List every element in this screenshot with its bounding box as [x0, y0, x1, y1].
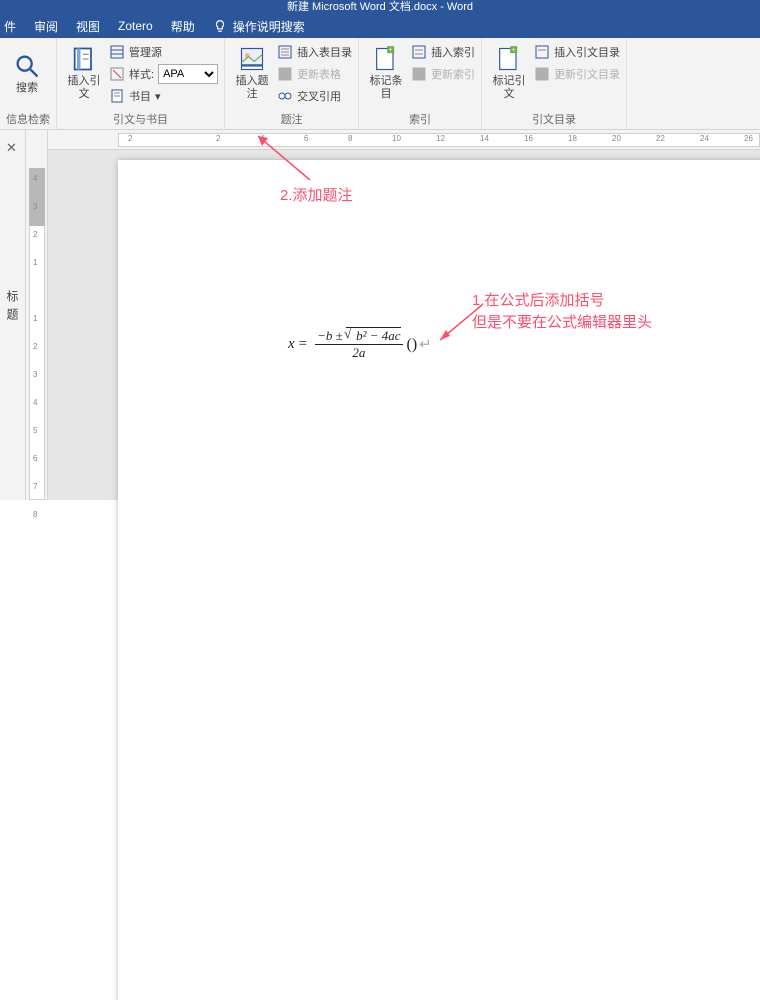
nav-title: 标题 [4, 290, 21, 326]
crossref-icon [277, 88, 293, 104]
insert-citation-label: 插入引文 [63, 75, 105, 101]
style-select[interactable]: APA [158, 64, 218, 84]
eq-parentheses: () [407, 336, 418, 354]
ribbon-group-toa: + 标记引文 插入引文目录 更新引文目录 引文目录 [482, 38, 627, 129]
search-label: 搜索 [16, 82, 38, 95]
insert-index-label: 插入索引 [431, 44, 475, 60]
eq-fraction: −b ± b² − 4ac 2a [315, 328, 402, 361]
insert-toa-label: 插入引文目录 [554, 44, 620, 60]
group-label-research: 信息检索 [6, 109, 50, 129]
workspace: ✕ 标题 432112345678 2246810121416182022242… [0, 130, 760, 500]
tof-icon [277, 44, 293, 60]
bibliography-button[interactable]: 书目 ▾ [109, 86, 218, 106]
insert-caption-button[interactable]: 插入题注 [231, 40, 273, 106]
index-icon [411, 44, 427, 60]
update-index-label: 更新索引 [431, 66, 475, 82]
mark-entry-button[interactable]: + 标记条目 [365, 40, 407, 106]
eq-den: 2a [350, 345, 367, 361]
ribbon: 搜索 信息检索 插入引文 管理源 样式: APA [0, 38, 760, 130]
insert-toa-button[interactable]: 插入引文目录 [534, 42, 620, 62]
svg-text:+: + [388, 47, 392, 54]
style-label: 样式: [129, 66, 154, 82]
close-icon[interactable]: ✕ [6, 140, 17, 156]
caption-icon [238, 45, 266, 73]
navigation-pane: ✕ 标题 [0, 130, 26, 500]
menu-file[interactable]: 件 [4, 18, 16, 35]
insert-caption-label: 插入题注 [231, 75, 273, 101]
ribbon-group-research: 搜索 信息检索 [0, 38, 57, 129]
update-toa-button: 更新引文目录 [534, 64, 620, 84]
dropdown-icon: ▾ [155, 90, 161, 103]
insert-tof-button[interactable]: 插入表目录 [277, 42, 352, 62]
group-label-toa: 引文目录 [488, 109, 620, 129]
manage-sources-button[interactable]: 管理源 [109, 42, 218, 62]
horizontal-ruler: 22468101214161820222426 [48, 130, 760, 150]
lightbulb-icon [213, 19, 227, 33]
pilcrow-icon: ↵ [419, 335, 432, 354]
ribbon-group-citations: 插入引文 管理源 样式: APA 书目 ▾ 引文与书目 [57, 38, 225, 129]
crossref-label: 交叉引用 [297, 88, 341, 104]
manage-sources-label: 管理源 [129, 44, 162, 60]
biblio-label: 书目 [129, 88, 151, 104]
search-button[interactable]: 搜索 [6, 40, 48, 106]
tof-label: 插入表目录 [297, 44, 352, 60]
mark-cite-icon: + [495, 45, 523, 73]
menu-zotero[interactable]: Zotero [118, 19, 153, 33]
update-icon: ! [277, 66, 293, 82]
tell-me-label: 操作说明搜索 [233, 18, 305, 35]
citation-style-row[interactable]: 样式: APA [109, 64, 218, 84]
update-toa-icon [534, 66, 550, 82]
style-icon [109, 66, 125, 82]
mark-entry-label: 标记条目 [365, 75, 407, 101]
mark-citation-button[interactable]: + 标记引文 [488, 40, 530, 106]
svg-text:+: + [511, 47, 515, 54]
group-label-index: 索引 [365, 109, 475, 129]
biblio-icon [109, 88, 125, 104]
window-title: 新建 Microsoft Word 文档.docx - Word [0, 0, 760, 14]
insert-index-button[interactable]: 插入索引 [411, 42, 475, 62]
vertical-ruler: 432112345678 [26, 130, 48, 500]
menu-review[interactable]: 审阅 [34, 18, 58, 35]
group-label-citations: 引文与书目 [63, 109, 218, 129]
insert-citation-button[interactable]: 插入引文 [63, 40, 105, 106]
menu-view[interactable]: 视图 [76, 18, 100, 35]
document-page[interactable]: x = −b ± b² − 4ac 2a () ↵ 1.在公式后添加括号 但是不… [118, 160, 760, 1000]
eq-lhs: x [288, 336, 295, 353]
update-table-label: 更新表格 [297, 66, 341, 82]
eq-sqrt: b² − 4ac [346, 327, 400, 343]
magnifier-icon [13, 52, 41, 80]
annotation-1-line2: 但是不要在公式编辑器里头 [472, 312, 652, 334]
eq-num-a: −b ± [317, 328, 346, 343]
update-table-button: ! 更新表格 [277, 64, 352, 84]
group-label-captions: 题注 [231, 109, 352, 129]
equation[interactable]: x = −b ± b² − 4ac 2a () ↵ [288, 328, 432, 361]
update-toa-label: 更新引文目录 [554, 66, 620, 82]
menu-help[interactable]: 帮助 [171, 18, 195, 35]
svg-text:!: ! [281, 70, 284, 81]
citation-icon [70, 45, 98, 73]
mark-entry-icon: + [372, 45, 400, 73]
update-index-icon [411, 66, 427, 82]
annotation-1-line1: 1.在公式后添加括号 [472, 290, 652, 312]
annotation-text-1: 1.在公式后添加括号 但是不要在公式编辑器里头 [472, 290, 652, 334]
eq-equals: = [299, 336, 307, 353]
toa-icon [534, 44, 550, 60]
document-area[interactable]: 22468101214161820222426 x = −b ± b² − 4a… [48, 130, 760, 500]
update-index-button: 更新索引 [411, 64, 475, 84]
cross-reference-button[interactable]: 交叉引用 [277, 86, 352, 106]
manage-icon [109, 44, 125, 60]
ribbon-group-index: + 标记条目 插入索引 更新索引 索引 [359, 38, 482, 129]
ribbon-group-captions: 插入题注 插入表目录 ! 更新表格 交叉引用 题注 [225, 38, 359, 129]
menu-bar: 件 审阅 视图 Zotero 帮助 操作说明搜索 [0, 14, 760, 38]
annotation-text-2: 2.添加题注 [280, 184, 353, 205]
tell-me[interactable]: 操作说明搜索 [213, 18, 305, 35]
mark-cite-label: 标记引文 [488, 75, 530, 101]
